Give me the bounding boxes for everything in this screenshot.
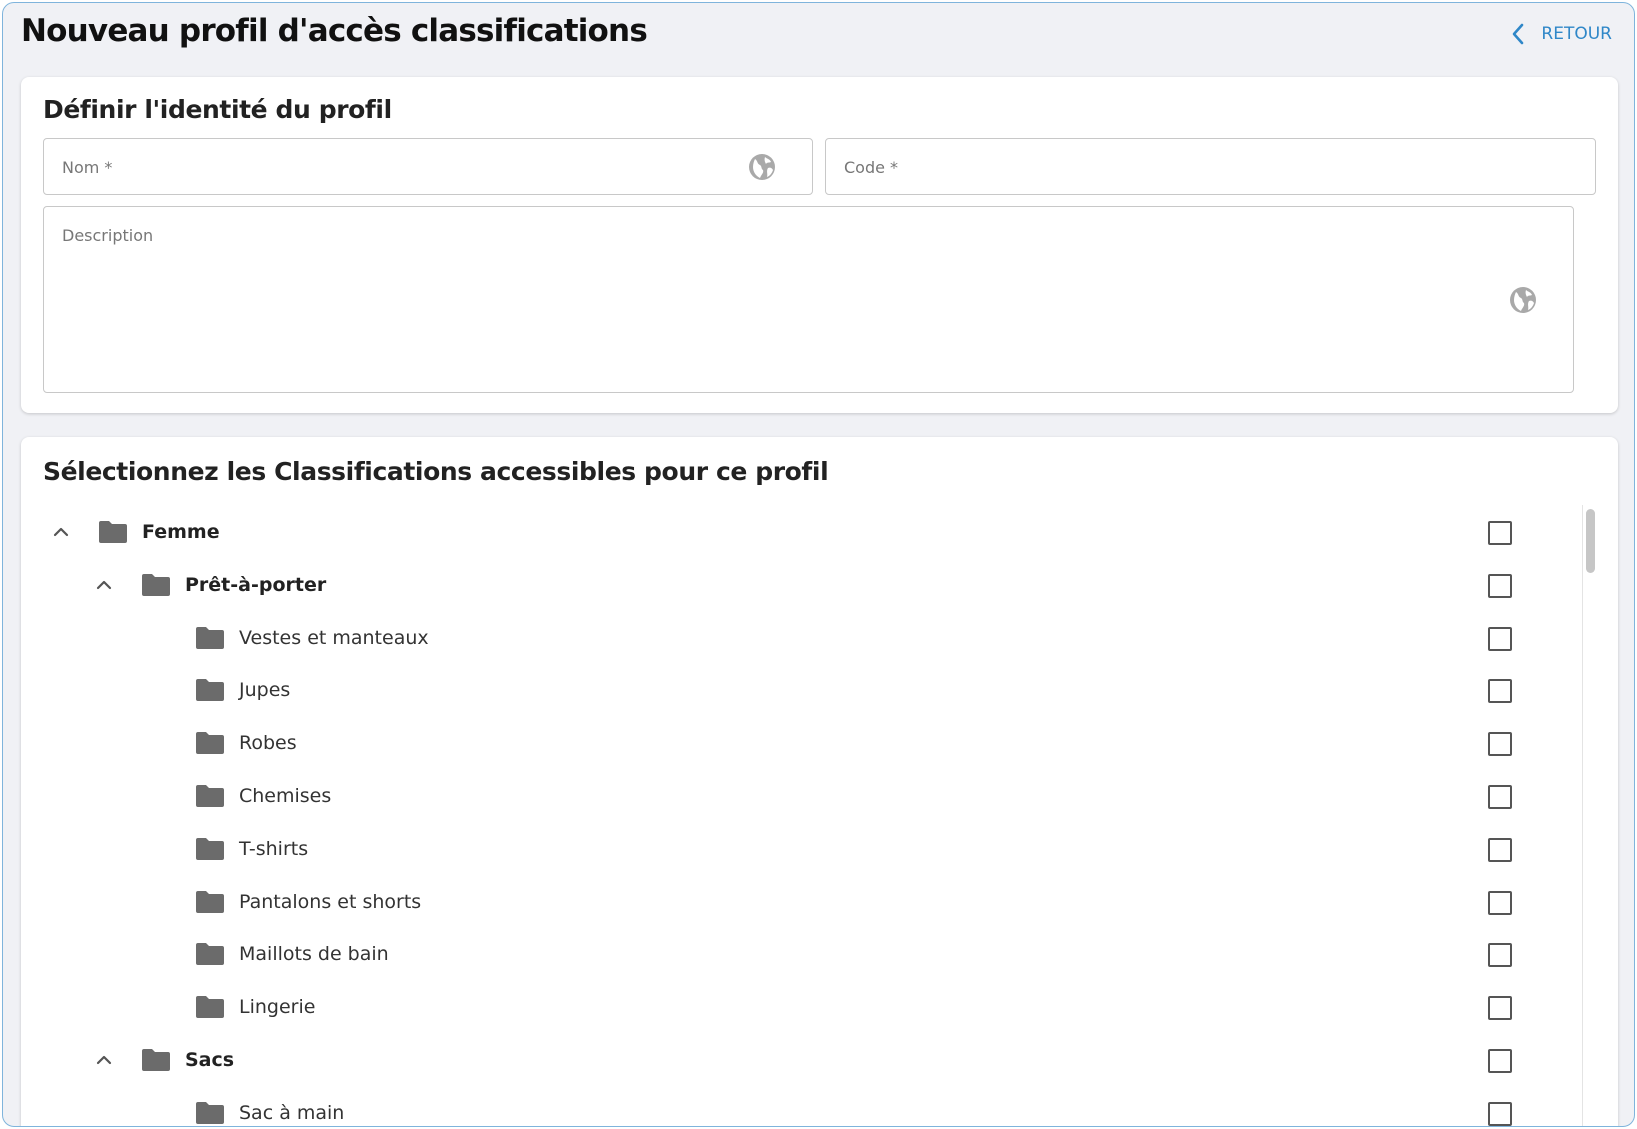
tree-node-label: Chemises [239, 785, 332, 807]
folder-icon [195, 626, 225, 654]
tree-node[interactable]: Chemises [43, 771, 1543, 824]
tree-node-label: Femme [142, 521, 220, 543]
tree-node-label: Maillots de bain [239, 943, 389, 966]
tree-node[interactable]: Femme [43, 507, 1543, 560]
tree-node[interactable]: Sac à main [43, 1088, 1543, 1126]
tree-node[interactable]: Sacs [43, 1035, 1543, 1088]
tree-node-checkbox[interactable] [1488, 996, 1512, 1021]
identity-section-title: Définir l'identité du profil [43, 95, 392, 124]
tree-node-checkbox[interactable] [1488, 1049, 1512, 1073]
classifications-section-title: Sélectionnez les Classifications accessi… [43, 457, 829, 486]
tree-scrollbar[interactable] [1582, 505, 1596, 1126]
folder-icon [141, 1048, 171, 1076]
folder-icon [141, 573, 171, 601]
tree-node-checkbox[interactable] [1488, 573, 1512, 598]
tree-node[interactable]: Maillots de bain [43, 929, 1543, 982]
nom-field-label: Nom * [62, 158, 113, 177]
tree-node-checkbox[interactable] [1488, 837, 1512, 862]
chevron-up-icon[interactable] [51, 524, 71, 543]
tree-node[interactable]: Jupes [43, 665, 1543, 718]
folder-icon [195, 784, 225, 812]
folder-icon [195, 942, 225, 970]
classifications-card: Sélectionnez les Classifications accessi… [21, 437, 1618, 1126]
description-field[interactable]: Description [43, 206, 1574, 393]
back-button[interactable]: RETOUR [1511, 19, 1612, 49]
code-field[interactable]: Code * [825, 138, 1596, 195]
folder-icon [195, 995, 225, 1023]
scrollbar-thumb[interactable] [1586, 509, 1595, 573]
back-button-label: RETOUR [1541, 24, 1612, 44]
folder-icon [195, 837, 225, 865]
globe-icon[interactable] [1509, 286, 1537, 318]
chevron-up-icon[interactable] [94, 1052, 114, 1071]
code-field-label: Code * [844, 158, 899, 177]
tree-node[interactable]: Vestes et manteaux [43, 613, 1543, 666]
tree-node-checkbox[interactable] [1488, 626, 1512, 651]
tree-node-label: Vestes et manteaux [239, 626, 429, 649]
tree-node[interactable]: T-shirts [43, 824, 1543, 877]
tree-node-label: Robes [239, 732, 297, 755]
globe-icon[interactable] [748, 153, 776, 185]
app-window: Nouveau profil d'accès classifications R… [2, 2, 1635, 1127]
folder-icon [195, 731, 225, 759]
chevron-up-icon[interactable] [94, 577, 114, 596]
page-title: Nouveau profil d'accès classifications [21, 13, 648, 49]
classification-tree: Femme Prêt-à-porter Vestes et manteaux Jupe… [43, 507, 1598, 1126]
tree-node-checkbox[interactable] [1488, 890, 1512, 915]
tree-node-label: Pantalons et shorts [239, 890, 422, 913]
tree-node-checkbox[interactable] [1488, 785, 1512, 809]
tree-node-label: Lingerie [239, 996, 316, 1019]
tree-node-label: Sacs [185, 1049, 235, 1071]
tree-node-checkbox[interactable] [1488, 679, 1512, 704]
page-header: Nouveau profil d'accès classifications R… [3, 3, 1634, 73]
tree-node-checkbox[interactable] [1488, 521, 1512, 545]
description-field-label: Description [62, 226, 154, 245]
tree-node-checkbox[interactable] [1488, 732, 1512, 757]
tree-node-checkbox[interactable] [1488, 1101, 1512, 1126]
tree-node[interactable]: Robes [43, 718, 1543, 771]
tree-node-label: Prêt-à-porter [185, 573, 327, 596]
tree-node-label: Jupes [239, 679, 291, 702]
tree-node-label: T-shirts [239, 837, 309, 860]
tree-node[interactable]: Pantalons et shorts [43, 877, 1543, 930]
chevron-left-icon [1511, 22, 1525, 46]
folder-icon [195, 1101, 225, 1126]
identity-card: Définir l'identité du profil Nom * Code … [21, 77, 1618, 413]
tree-node-checkbox[interactable] [1488, 943, 1512, 968]
nom-field[interactable]: Nom * [43, 138, 813, 195]
folder-icon [98, 520, 128, 548]
tree-node[interactable]: Lingerie [43, 982, 1543, 1035]
folder-icon [195, 678, 225, 706]
tree-node[interactable]: Prêt-à-porter [43, 560, 1543, 613]
tree-node-label: Sac à main [239, 1101, 345, 1124]
folder-icon [195, 890, 225, 918]
